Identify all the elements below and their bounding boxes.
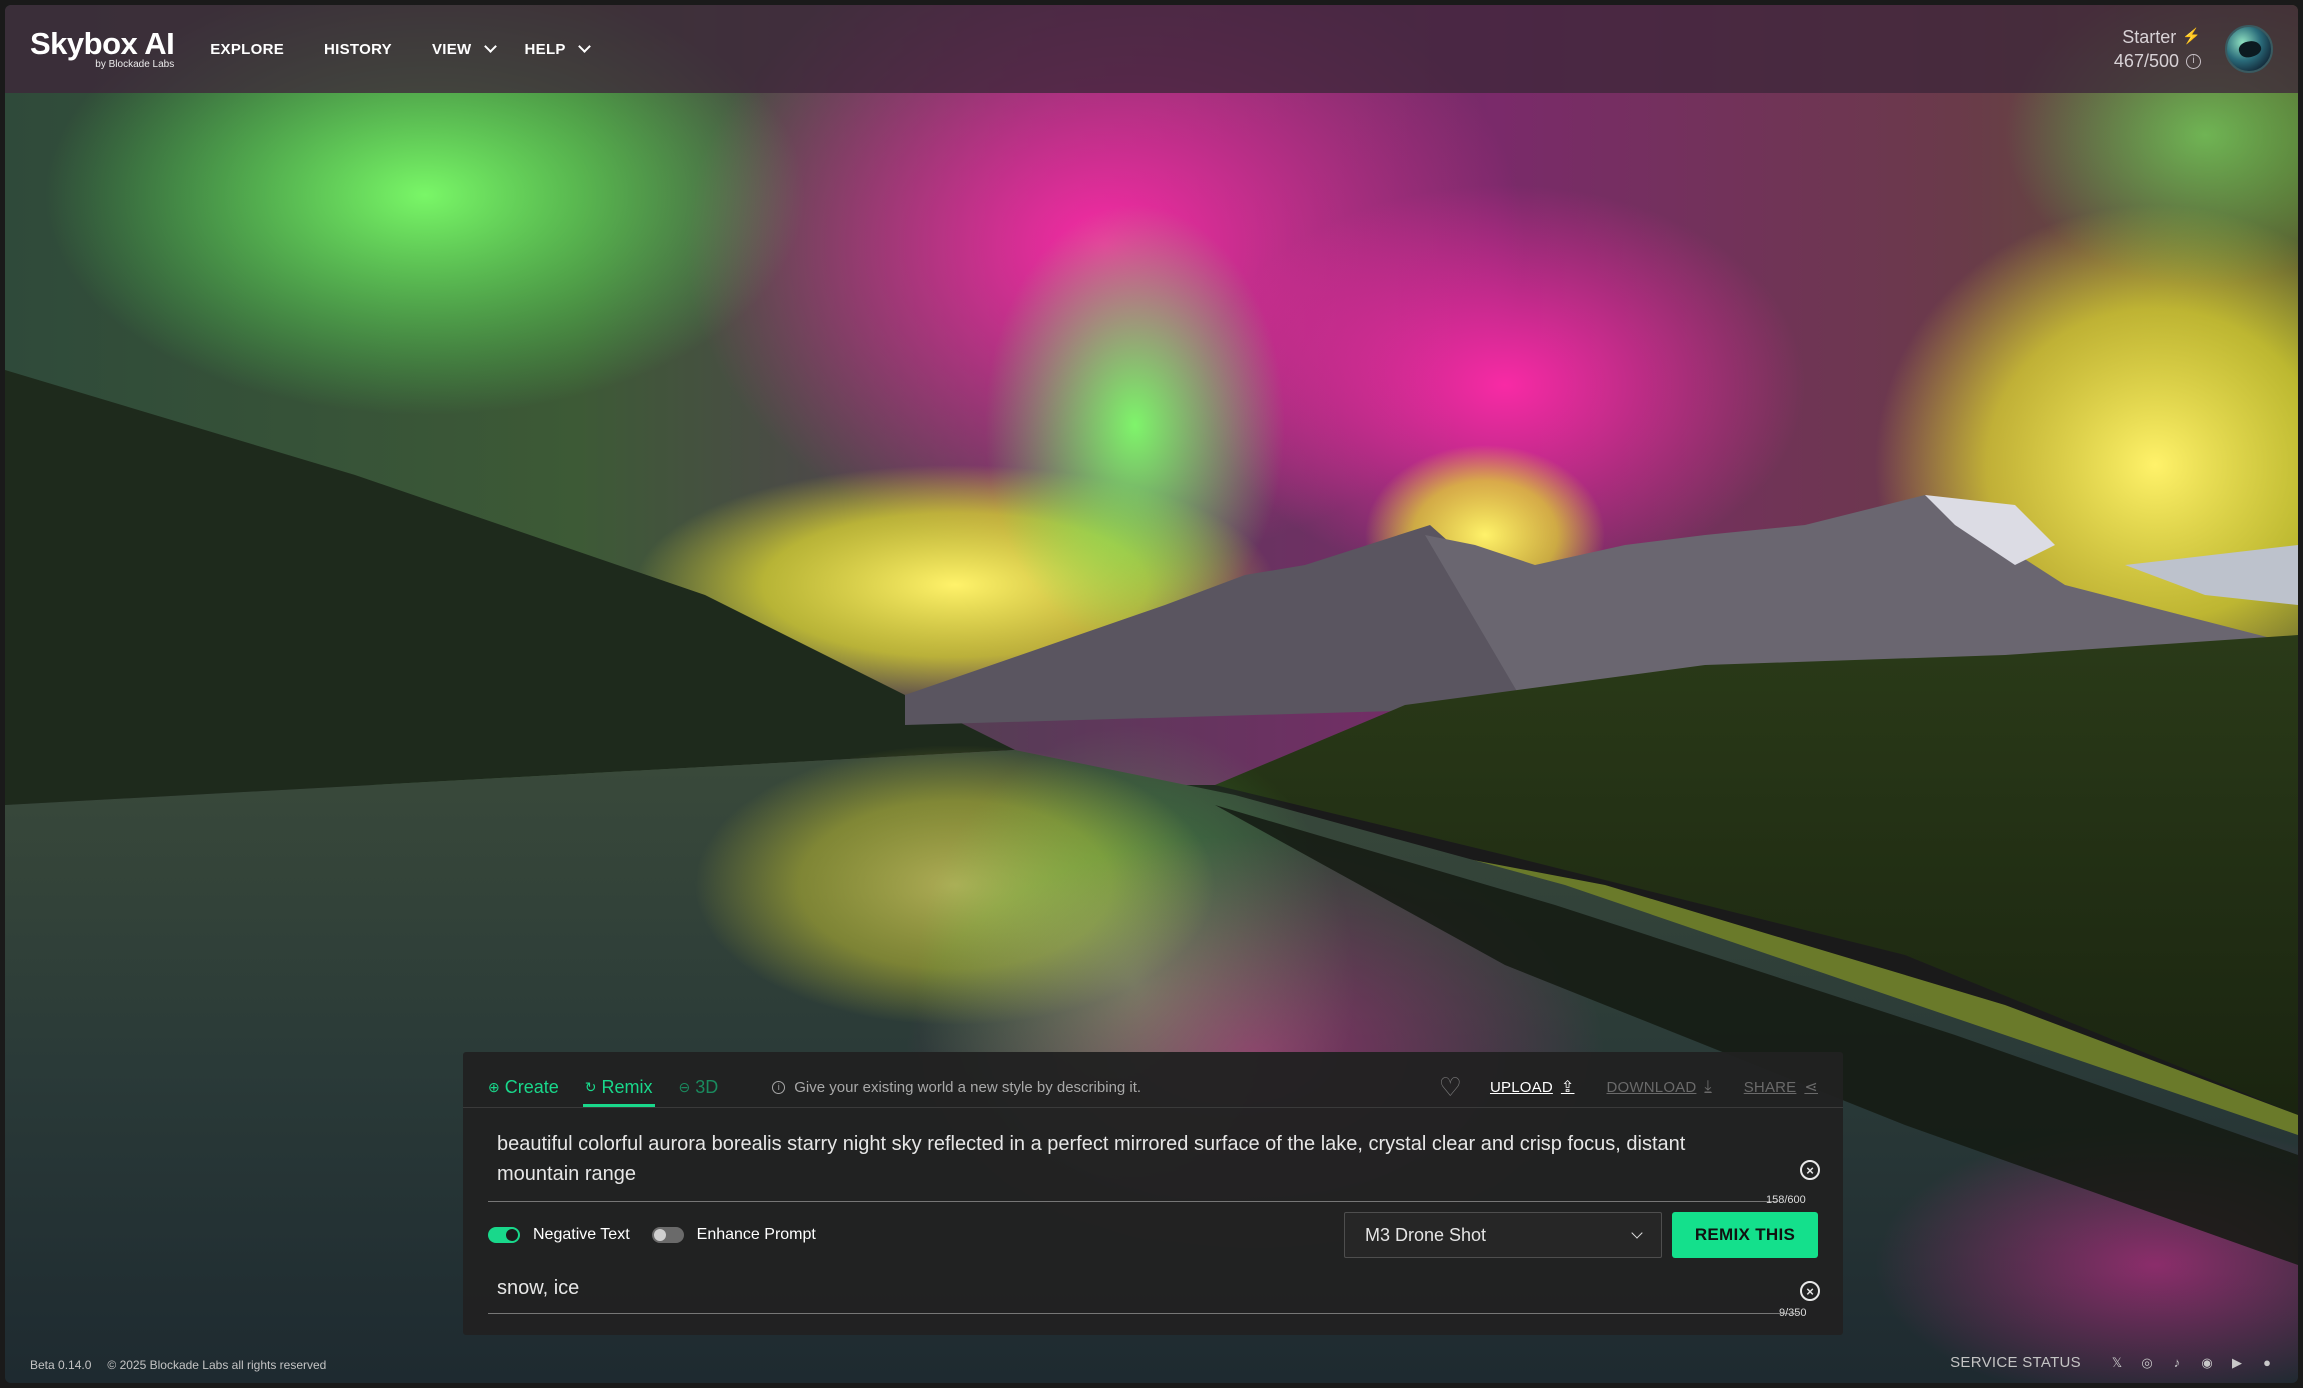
chevron-down-icon — [1631, 1226, 1643, 1239]
nav-explore-label: EXPLORE — [210, 40, 285, 58]
heart-icon[interactable]: ♡ — [1439, 1074, 1462, 1100]
footer-left: Beta 0.14.0 © 2025 Blockade Labs all rig… — [30, 1358, 342, 1372]
mode-tabs-row: ⊕ Create ↻ Remix ⊖ 3D i Give your existing w… — [488, 1072, 1818, 1107]
plan-name: Starter — [2122, 26, 2177, 47]
credits-count: 467/500 — [2113, 51, 2179, 71]
tab-3d-label: 3D — [695, 1076, 719, 1097]
panel-actions: ♡ UPLOAD ⇪ DOWNLOAD ⤓ SHARE ⋖ — [1439, 1074, 1818, 1100]
enhance-prompt-toggle[interactable]: Enhance Prompt — [651, 1226, 816, 1244]
bolt-icon: ⚡ — [2182, 27, 2201, 45]
chevron-down-icon — [483, 40, 497, 53]
toggle-switch-off[interactable] — [651, 1227, 684, 1243]
account-area: Starter ⚡ 467/500 i — [2114, 25, 2273, 74]
user-avatar[interactable] — [2225, 25, 2273, 73]
x-icon[interactable]: 𝕏 — [2109, 1355, 2125, 1371]
cube-icon: ⊖ — [678, 1078, 691, 1095]
tab-remix[interactable]: ↻ Remix — [582, 1076, 655, 1107]
version-label: Beta 0.14.0 — [30, 1358, 92, 1372]
logo-title: Skybox AI — [30, 26, 175, 61]
prompt-underline — [488, 1201, 1778, 1202]
negative-text-label: Negative Text — [533, 1226, 630, 1243]
download-button[interactable]: DOWNLOAD ⤓ — [1606, 1078, 1711, 1096]
tab-3d[interactable]: ⊖ 3D — [679, 1077, 719, 1098]
tab-create-label: Create — [504, 1076, 559, 1097]
prompt-panel: ⊕ Create ↻ Remix ⊖ 3D i Give your existing w… — [463, 1052, 1843, 1335]
tabs-divider — [463, 1107, 1843, 1108]
top-navigation-bar: Skybox AI by Blockade Labs EXPLORE HISTO… — [5, 5, 2298, 93]
negative-char-counter: 9/350 — [1779, 1307, 1807, 1319]
remix-button[interactable]: REMIX THIS — [1672, 1212, 1818, 1258]
logo-subtitle: by Blockade Labs — [95, 59, 175, 70]
reddit-icon[interactable]: ● — [2259, 1355, 2275, 1370]
prompt-controls: Negative Text Enhance Prompt M3 Drone Sh… — [488, 1212, 1818, 1258]
nav-history[interactable]: HISTORY — [324, 41, 392, 58]
prompt-input[interactable]: beautiful colorful aurora borealis starr… — [497, 1129, 1747, 1189]
info-icon[interactable]: i — [2186, 53, 2201, 69]
download-icon: ⤓ — [1704, 1078, 1712, 1095]
refresh-icon: ↻ — [584, 1078, 597, 1095]
toggle-switch-on[interactable] — [488, 1227, 520, 1243]
upload-icon: ⇪ — [1560, 1079, 1575, 1096]
youtube-icon[interactable]: ▶ — [2229, 1355, 2245, 1371]
negative-text-input[interactable]: snow, ice — [497, 1277, 579, 1300]
plan-info[interactable]: Starter ⚡ 467/500 i — [2114, 25, 2201, 74]
clear-prompt-icon[interactable]: × — [1800, 1160, 1820, 1180]
nav-help-label: HELP — [524, 40, 566, 58]
hint-text: Give your existing world a new style by … — [794, 1078, 1142, 1096]
enhance-prompt-label: Enhance Prompt — [696, 1226, 816, 1243]
nav-view-label: VIEW — [431, 40, 472, 58]
tab-create[interactable]: ⊕ Create — [488, 1077, 559, 1098]
nav-help-dropdown[interactable]: HELP — [524, 40, 591, 58]
style-select[interactable]: M3 Drone Shot — [1344, 1212, 1662, 1258]
nav-explore[interactable]: EXPLORE — [210, 41, 284, 58]
service-status-link[interactable]: SERVICE STATUS — [1950, 1354, 2081, 1371]
main-nav: EXPLORE HISTORY VIEW HELP — [210, 40, 619, 58]
share-label: SHARE — [1743, 1078, 1797, 1096]
tiktok-icon[interactable]: ♪ — [2169, 1355, 2185, 1370]
instagram-icon[interactable]: ◎ — [2139, 1355, 2155, 1371]
negative-underline — [488, 1313, 1798, 1314]
share-button[interactable]: SHARE ⋖ — [1744, 1077, 1818, 1097]
footer-right: SERVICE STATUS 𝕏 ◎ ♪ ◉ ▶ ● — [1950, 1354, 2275, 1371]
info-icon: i — [772, 1080, 786, 1094]
plus-circle-icon: ⊕ — [488, 1078, 500, 1095]
tab-remix-label: Remix — [601, 1076, 653, 1097]
mode-hint: i Give your existing world a new style by… — [772, 1079, 1141, 1096]
style-select-value: M3 Drone Shot — [1365, 1224, 1487, 1245]
discord-icon[interactable]: ◉ — [2199, 1355, 2215, 1371]
upload-button[interactable]: UPLOAD ⇪ — [1490, 1077, 1575, 1097]
chevron-down-icon — [577, 40, 591, 53]
share-icon: ⋖ — [1804, 1079, 1818, 1096]
clear-negative-icon[interactable]: × — [1800, 1281, 1820, 1301]
prompt-char-counter: 158/600 — [1766, 1194, 1806, 1206]
skybox-logo[interactable]: Skybox AI by Blockade Labs — [30, 26, 175, 70]
download-label: DOWNLOAD — [1606, 1078, 1697, 1096]
nav-view-dropdown[interactable]: VIEW — [431, 40, 497, 58]
nav-history-label: HISTORY — [324, 40, 392, 58]
negative-text-toggle[interactable]: Negative Text — [488, 1226, 630, 1244]
copyright-text: © 2025 Blockade Labs all rights reserved — [107, 1358, 327, 1372]
upload-label: UPLOAD — [1489, 1078, 1553, 1096]
